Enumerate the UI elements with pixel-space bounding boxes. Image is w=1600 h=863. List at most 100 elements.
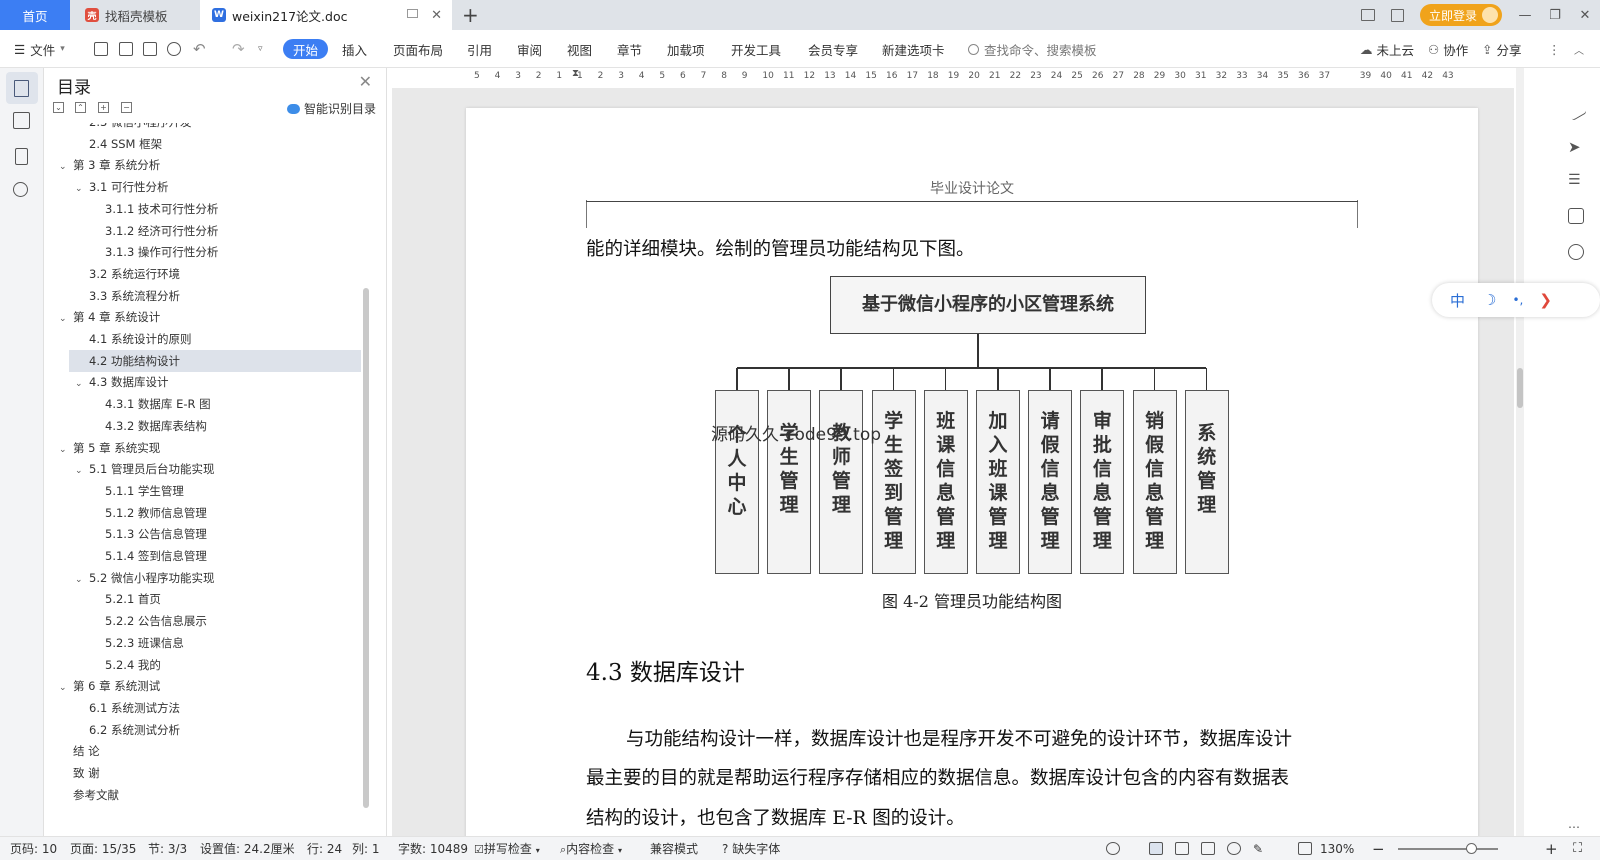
toc-item[interactable]: 5.2.2 公告信息展示 xyxy=(45,610,345,632)
toc-item[interactable]: 6.2 系统测试分析 xyxy=(45,719,345,741)
tab-document[interactable]: W weixin217论文.doc ✕ xyxy=(200,0,452,30)
float-window-icon[interactable] xyxy=(407,9,418,18)
zoom-level[interactable]: 130% xyxy=(1320,837,1354,861)
remove-heading-icon[interactable]: − xyxy=(121,102,132,113)
toc-item[interactable]: 结 论 xyxy=(45,740,345,762)
quick-access-more-icon[interactable]: ▿ xyxy=(258,30,263,68)
find-icon[interactable] xyxy=(13,182,28,197)
more-icon[interactable]: ⋯ xyxy=(1568,820,1584,836)
collaborate-button[interactable]: ⚇ 协作 xyxy=(1428,30,1468,68)
toc-item[interactable]: 3.2 系统运行环境 xyxy=(45,263,345,285)
fullscreen-icon[interactable]: ⛶ xyxy=(1573,837,1582,861)
close-tab-icon[interactable]: ✕ xyxy=(431,8,442,23)
tab-chapter[interactable]: 章节 xyxy=(617,30,642,68)
toc-item[interactable]: 5.1.3 公告信息管理 xyxy=(45,523,345,545)
smart-toc-button[interactable]: 智能识别目录 xyxy=(286,100,376,117)
toc-item[interactable]: 3.1.3 操作可行性分析 xyxy=(45,241,345,263)
more-options-icon[interactable]: ⋮ xyxy=(1548,30,1561,68)
toc-item[interactable]: ⌄ 3.1 可行性分析 xyxy=(45,176,345,198)
ime-toolbar[interactable]: 中 ☽ •, ❯ xyxy=(1432,283,1600,317)
reading-view-icon[interactable] xyxy=(1201,842,1215,855)
toc-item[interactable]: 5.2.3 班课信息 xyxy=(45,632,345,654)
toc-item[interactable]: 致 谢 xyxy=(45,762,345,784)
close-window-icon[interactable]: ✕ xyxy=(1570,8,1600,23)
zoom-slider-handle[interactable] xyxy=(1466,843,1477,854)
location-icon[interactable] xyxy=(1568,244,1584,260)
collapse-all-icon[interactable]: ⌄ xyxy=(53,102,64,113)
minimize-icon[interactable]: — xyxy=(1510,8,1540,23)
toc-item[interactable]: 5.2.1 首页 xyxy=(45,588,345,610)
toc-item[interactable]: 参考文献 xyxy=(45,784,345,806)
spell-check[interactable]: ☑拼写检查 ▾ xyxy=(474,837,540,861)
tab-template-store[interactable]: 壳 找稻壳模板 xyxy=(73,0,193,30)
collapse-ribbon-icon[interactable]: ︿ xyxy=(1574,30,1584,68)
file-menu[interactable]: ☰ 文件 ▾ xyxy=(14,30,65,68)
chevron-down-icon[interactable]: ⌄ xyxy=(75,373,89,395)
print-preview-icon[interactable] xyxy=(167,42,181,56)
chevron-down-icon[interactable]: ⌄ xyxy=(75,178,89,200)
chevron-down-icon[interactable]: ⌄ xyxy=(59,677,73,699)
print-icon[interactable] xyxy=(143,42,157,56)
toc-item[interactable]: 5.1.1 学生管理 xyxy=(45,480,345,502)
tab-start[interactable]: 开始 xyxy=(283,39,329,59)
document-scrollbar[interactable] xyxy=(1516,68,1524,836)
save-icon[interactable] xyxy=(94,42,108,56)
command-search[interactable]: 查找命令、搜索模板 xyxy=(968,30,1097,68)
toc-item[interactable]: ⌄ 5.1 管理员后台功能实现 xyxy=(45,458,345,480)
missing-font[interactable]: ? 缺失字体 xyxy=(722,837,780,861)
zoom-slider[interactable] xyxy=(1398,848,1498,850)
status-page[interactable]: 页面: 15/35 xyxy=(70,837,136,861)
moon-icon[interactable]: ☽ xyxy=(1483,291,1496,309)
toc-item[interactable]: ⌄ 第 4 章 系统设计 xyxy=(45,306,345,328)
image-tool-icon[interactable] xyxy=(1568,208,1584,224)
close-panel-icon[interactable]: ✕ xyxy=(359,72,372,91)
toc-item[interactable]: 5.2.4 我的 xyxy=(45,654,345,676)
select-cursor-icon[interactable]: ➤ xyxy=(1568,138,1584,156)
toc-item[interactable]: 2.3 微信小程序开发 xyxy=(45,123,345,133)
toc-item[interactable]: ⌄ 5.2 微信小程序功能实现 xyxy=(45,567,345,589)
annotate-icon[interactable]: ✎ xyxy=(1253,842,1267,856)
chevron-down-icon[interactable]: ⌄ xyxy=(75,569,89,591)
toc-item[interactable]: 3.1.1 技术可行性分析 xyxy=(45,198,345,220)
pen-icon[interactable] xyxy=(1565,99,1587,121)
layout-toggle-icon[interactable] xyxy=(1360,9,1375,21)
tab-developer[interactable]: 开发工具 xyxy=(731,30,781,68)
eye-protection-icon[interactable] xyxy=(1106,842,1120,855)
undo-icon[interactable]: ↶ xyxy=(193,30,206,68)
outline-view-icon[interactable] xyxy=(1175,842,1189,855)
bookmark-icon[interactable] xyxy=(15,148,28,165)
chevron-down-icon[interactable]: ⌄ xyxy=(59,439,73,461)
toc-item[interactable]: 5.1.2 教师信息管理 xyxy=(45,502,345,524)
tab-member[interactable]: 会员专享 xyxy=(808,30,858,68)
toc-item[interactable]: 4.3.1 数据库 E-R 图 xyxy=(45,393,345,415)
word-count[interactable]: 字数: 10489 xyxy=(398,837,468,861)
navigation-pane-icon[interactable] xyxy=(13,112,30,129)
page-view-icon[interactable] xyxy=(1149,842,1163,855)
zoom-in-icon[interactable]: + xyxy=(1545,837,1558,861)
toc-item[interactable]: ⌄ 第 5 章 系统实现 xyxy=(45,437,345,459)
toc-item[interactable]: 5.1.4 签到信息管理 xyxy=(45,545,345,567)
tab-home[interactable]: 首页 xyxy=(0,0,70,30)
restore-icon[interactable]: ❐ xyxy=(1540,8,1570,23)
export-pdf-icon[interactable] xyxy=(119,42,133,56)
tab-review[interactable]: 审阅 xyxy=(517,30,542,68)
new-tab-button[interactable]: + xyxy=(462,3,479,27)
add-heading-icon[interactable]: + xyxy=(98,102,109,113)
chevron-down-icon[interactable]: ⌄ xyxy=(75,460,89,482)
toc-item[interactable]: 4.2 功能结构设计 xyxy=(69,349,361,372)
fit-page-icon[interactable] xyxy=(1298,842,1312,855)
toc-item[interactable]: 2.4 SSM 框架 xyxy=(45,133,345,155)
login-button[interactable]: 立即登录 xyxy=(1419,4,1502,26)
apps-grid-icon[interactable] xyxy=(1390,8,1404,22)
chevron-right-icon[interactable]: ❯ xyxy=(1539,291,1552,309)
punctuation-icon[interactable]: •, xyxy=(1512,293,1523,307)
adjust-icon[interactable]: ☰ xyxy=(1568,172,1584,188)
indent-marker[interactable]: ⧗ xyxy=(572,68,579,79)
toc-item[interactable]: 4.1 系统设计的原则 xyxy=(45,328,345,350)
toc-nav-icon[interactable] xyxy=(6,72,38,104)
toc-item[interactable]: ⌄ 4.3 数据库设计 xyxy=(45,371,345,393)
tab-insert[interactable]: 插入 xyxy=(342,30,367,68)
cloud-status[interactable]: ☁ 未上云 xyxy=(1360,30,1414,68)
redo-icon[interactable]: ↷ xyxy=(232,30,245,68)
tab-new[interactable]: 新建选项卡 xyxy=(882,30,945,68)
